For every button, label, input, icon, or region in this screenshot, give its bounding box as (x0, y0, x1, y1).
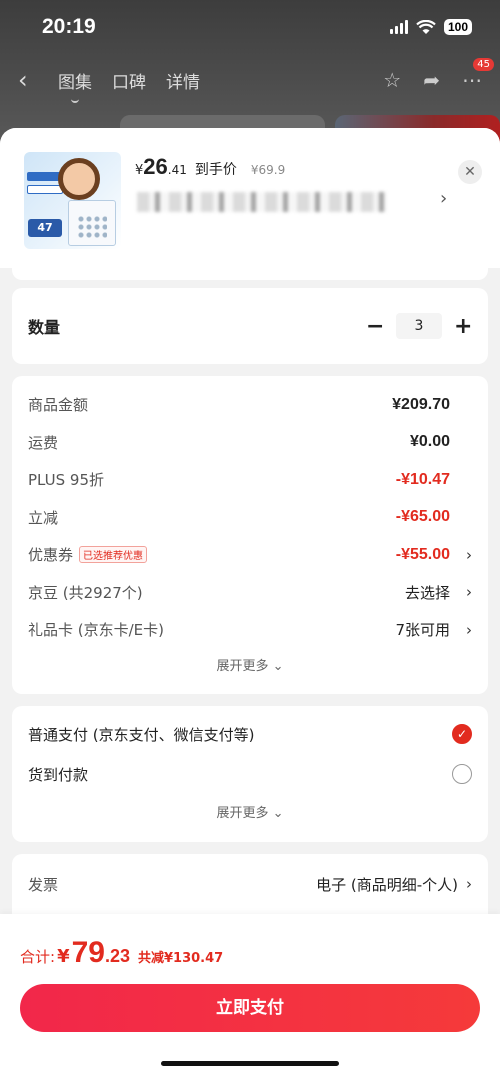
chevron-right-icon: › (466, 545, 472, 564)
tab-gallery[interactable]: 图集 (58, 68, 92, 93)
home-indicator (161, 1061, 339, 1066)
total-dec: .23 (104, 946, 130, 966)
payment-card: 普通支付 (京东支付、微信支付等) ✓ 货到付款 展开更多 ⌄ (12, 706, 488, 842)
message-badge: 45 (473, 58, 494, 71)
amount-label: 京豆 (共2927个) (28, 583, 143, 602)
total-saved: 共减¥130.47 (138, 951, 224, 966)
status-time: 20:19 (42, 15, 96, 38)
payment-option-online[interactable]: 普通支付 (京东支付、微信支付等) ✓ (28, 714, 472, 754)
amount-row: 商品金额¥209.70› (28, 386, 472, 424)
amount-value: -¥55.00 (395, 545, 450, 563)
chevron-down-icon: ⌄ (272, 806, 284, 821)
original-price: ¥69.9 (250, 163, 286, 177)
final-price-int: 26 (143, 154, 168, 179)
chevron-right-icon: › (466, 875, 472, 893)
chevron-right-icon[interactable]: › (440, 188, 447, 209)
tab-details[interactable]: 详情 (166, 68, 200, 93)
product-title-blurred[interactable] (137, 192, 387, 212)
coupon-tag: 已选推荐优惠 (79, 546, 148, 564)
star-icon[interactable]: ☆ (383, 68, 401, 92)
amount-label: 立减 (28, 508, 59, 527)
status-bar: 20:19 100 (0, 0, 500, 54)
invoice-row[interactable]: 发票 电子 (商品明细-个人) › (12, 854, 488, 914)
payment-option-cod[interactable]: 货到付款 (28, 754, 472, 794)
chevron-down-icon: ⌄ (272, 658, 284, 674)
invoice-label: 发票 (28, 875, 59, 894)
checkout-footer: 合计: ¥ 79 .23 共减¥130.47 立即支付 (0, 914, 500, 1082)
total-int: 79 (71, 936, 105, 969)
final-price-label: 到手价 (194, 162, 237, 178)
tab-reviews[interactable]: 口碑 (112, 68, 146, 93)
checkout-sheet: 47 ¥ 26 .41 到手价 ¥69.9 › ✕ 数量 − 3 + 商品金额 ¥… (0, 128, 500, 1082)
chevron-right-icon: › (466, 583, 472, 602)
amount-label: 优惠券 (28, 546, 74, 565)
expand-more-amounts[interactable]: 展开更多 ⌄ (28, 655, 472, 674)
payment-option-label: 普通支付 (京东支付、微信支付等) (28, 725, 255, 744)
back-icon[interactable]: ‹ (18, 66, 58, 94)
battery-icon: 100 (443, 19, 472, 35)
total-line: 合计: ¥ 79 .23 共减¥130.47 (20, 936, 224, 969)
radio-unselected[interactable] (452, 764, 472, 784)
quantity-stepper: − 3 + (366, 313, 472, 339)
product-summary: 47 ¥ 26 .41 到手价 ¥69.9 › ✕ (0, 128, 500, 268)
section-stub (12, 268, 488, 280)
amount-row[interactable]: 优惠券 已选推荐优惠 -¥55.00 › (28, 536, 472, 574)
signal-icon (389, 20, 408, 34)
amount-label: PLUS 95折 (28, 471, 105, 490)
amount-row: 立减-¥65.00› (28, 499, 472, 537)
quantity-label: 数量 (28, 318, 61, 337)
payment-option-label: 货到付款 (28, 765, 89, 784)
product-thumbnail[interactable]: 47 (24, 152, 121, 249)
amount-value: -¥65.00 (395, 508, 450, 526)
decrease-button[interactable]: − (366, 314, 384, 339)
quantity-input[interactable]: 3 (396, 313, 442, 339)
more-icon[interactable]: ⋯ 45 (462, 58, 494, 92)
amount-card: 商品金额 ¥209.70 › 运费 ¥0.00 › PLUS 95折 -¥10.47 › 立减 -¥… (12, 376, 488, 694)
product-nav-bar: ‹ 图集 口碑 详情 ☆ ➦ ⋯ 45 (0, 58, 500, 102)
amount-row[interactable]: 礼品卡 (京东卡/E卡) 7张可用 › (28, 611, 472, 649)
thumbnail-tag: 47 (28, 219, 62, 237)
share-icon[interactable]: ➦ (423, 68, 440, 92)
final-price-dec: .41 (167, 163, 187, 177)
amount-row: PLUS 95折-¥10.47› (28, 461, 472, 499)
amount-row: 运费¥0.00› (28, 424, 472, 462)
increase-button[interactable]: + (454, 314, 472, 339)
wifi-icon (416, 19, 436, 34)
quantity-card: 数量 − 3 + (12, 288, 488, 364)
amount-value: 去选择 (404, 583, 450, 602)
amount-label: 礼品卡 (京东卡/E卡) (28, 621, 165, 640)
amount-row[interactable]: 京豆 (共2927个) 去选择 › (28, 574, 472, 612)
chevron-right-icon: › (466, 620, 472, 639)
amount-value: ¥209.70 (392, 395, 450, 413)
amount-value: ¥0.00 (409, 433, 450, 451)
expand-more-payment[interactable]: 展开更多 ⌄ (28, 802, 472, 821)
amount-label: 商品金额 (28, 396, 89, 415)
checkmark-icon[interactable]: ✓ (452, 724, 472, 744)
total-label: 合计: (20, 948, 56, 966)
amount-label: 运费 (28, 433, 59, 452)
invoice-value: 电子 (商品明细-个人) (316, 875, 458, 894)
close-icon[interactable]: ✕ (458, 160, 482, 184)
pay-now-button[interactable]: 立即支付 (20, 984, 480, 1032)
price-line: ¥ 26 .41 到手价 ¥69.9 (135, 154, 286, 179)
amount-value: 7张可用 (395, 621, 450, 640)
amount-value: -¥10.47 (395, 470, 450, 488)
